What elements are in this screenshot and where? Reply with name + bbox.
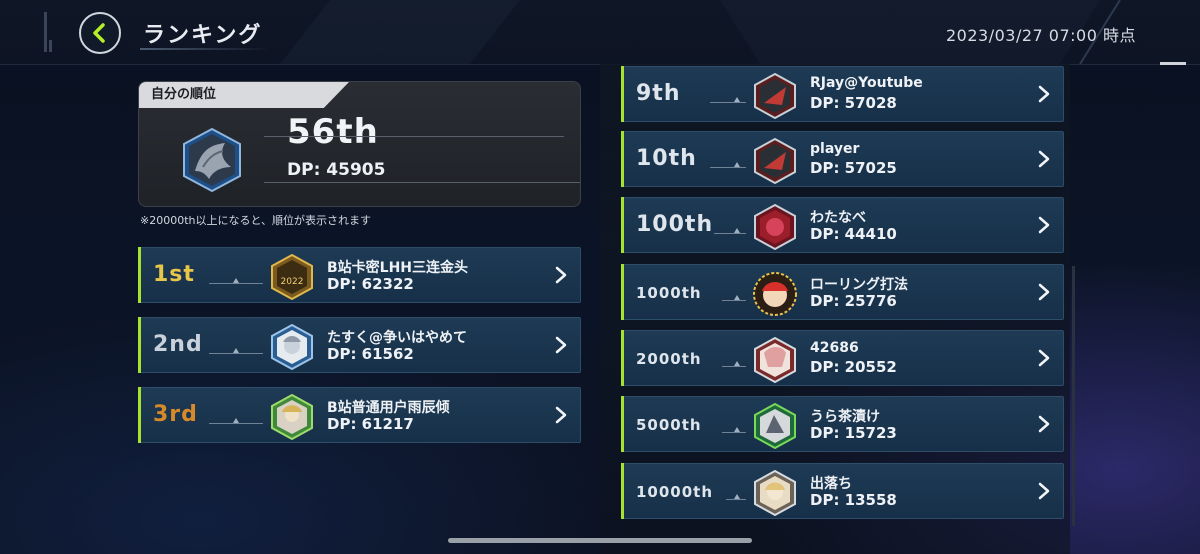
my-rank-tab-label: 自分の順位: [139, 82, 349, 108]
chevron-right-icon: [1038, 415, 1050, 433]
player-name: 42686: [810, 340, 859, 356]
triangle-marker-icon: [233, 418, 239, 423]
player-dp: DP: 61217: [327, 415, 414, 433]
ranking-row-100th[interactable]: 100th わたなべ DP: 44410: [621, 197, 1064, 253]
chevron-right-icon: [1038, 349, 1050, 367]
triangle-marker-icon: [734, 97, 740, 102]
page-title: ランキング: [143, 23, 263, 48]
my-avatar-icon: [183, 127, 241, 193]
divider: [722, 366, 746, 367]
ranking-row-1000th[interactable]: 1000th ローリング打法 DP: 25776: [621, 264, 1064, 320]
player-dp: DP: 57025: [810, 159, 897, 177]
rank-label: 100th: [636, 212, 714, 237]
triangle-marker-icon: [734, 162, 740, 167]
rank-label: 2nd: [153, 332, 203, 357]
triangle-marker-icon: [734, 228, 740, 233]
rank-label: 3rd: [153, 402, 198, 427]
player-dp: DP: 20552: [810, 358, 897, 376]
player-avatar-icon: [271, 324, 313, 370]
rank-label: 10th: [636, 146, 697, 171]
divider: [209, 283, 263, 284]
my-dp-value: DP: 45905: [287, 160, 386, 180]
chevron-right-icon: [1038, 150, 1050, 168]
player-avatar-icon: 2022: [271, 254, 313, 300]
my-rank-card: 自分の順位 56th DP: 45905: [138, 81, 581, 207]
player-name: B站普通用户雨辰倾: [327, 400, 450, 416]
chevron-right-icon: [555, 266, 567, 284]
ranking-row-10000th[interactable]: 10000th 出落ち DP: 13558: [621, 463, 1064, 519]
divider: [264, 182, 580, 183]
divider: [722, 300, 746, 301]
player-avatar-icon: [754, 337, 796, 383]
player-avatar-icon: [271, 394, 313, 440]
triangle-marker-icon: [734, 427, 740, 432]
chevron-right-icon: [555, 406, 567, 424]
player-name: 出落ち: [810, 476, 852, 492]
divider: [722, 432, 746, 433]
divider: [209, 353, 263, 354]
divider: [209, 423, 263, 424]
divider: [714, 233, 746, 234]
rank-label: 5000th: [636, 416, 702, 434]
ranking-row-1st[interactable]: 1st 2022 B站卡密LHH三连金头 DP: 62322: [138, 247, 581, 303]
header-bar: ランキング 2023/03/27 07:00 時点: [0, 0, 1200, 65]
triangle-marker-icon: [233, 278, 239, 283]
ranking-row-3rd[interactable]: 3rd B站普通用户雨辰倾 DP: 61217: [138, 387, 581, 443]
triangle-marker-icon: [734, 494, 740, 499]
home-indicator[interactable]: [448, 538, 752, 543]
divider: [726, 499, 746, 500]
chevron-right-icon: [555, 336, 567, 354]
player-name: B站卡密LHH三连金头: [327, 260, 469, 276]
divider: [264, 136, 564, 137]
chevron-right-icon: [1038, 482, 1050, 500]
player-avatar-icon: [754, 138, 796, 184]
corner-mark: [1160, 62, 1186, 65]
player-dp: DP: 44410: [810, 225, 897, 243]
triangle-marker-icon: [233, 348, 239, 353]
back-button[interactable]: [79, 12, 121, 54]
player-name: player: [810, 141, 860, 157]
svg-text:2022: 2022: [281, 277, 304, 287]
player-dp: DP: 25776: [810, 292, 897, 310]
chevron-left-icon: [93, 23, 105, 43]
player-name: うら茶漬け: [810, 409, 880, 425]
player-avatar-icon: [753, 272, 797, 316]
divider: [710, 102, 746, 103]
player-name: たすく@争いはやめて: [327, 330, 467, 346]
triangle-marker-icon: [734, 295, 740, 300]
player-dp: DP: 61562: [327, 345, 414, 363]
header-edge-mark: [44, 12, 52, 52]
rank-label: 2000th: [636, 350, 702, 368]
player-name: RJay@Youtube: [810, 75, 923, 91]
rank-display-note: ※20000th以上になると、順位が表示されます: [140, 214, 372, 227]
player-dp: DP: 62322: [327, 275, 414, 293]
player-dp: DP: 57028: [810, 94, 897, 112]
player-avatar-icon: [754, 470, 796, 516]
title-underline: [140, 48, 270, 50]
ranking-row-2000th[interactable]: 2000th 42686 DP: 20552: [621, 330, 1064, 386]
chevron-right-icon: [1038, 283, 1050, 301]
triangle-marker-icon: [734, 361, 740, 366]
my-rank-value: 56th: [287, 112, 379, 152]
player-dp: DP: 15723: [810, 424, 897, 442]
ranking-row-9th[interactable]: 9th RJay@Youtube DP: 57028: [621, 66, 1064, 122]
rank-label: 1st: [153, 262, 195, 287]
chevron-right-icon: [1038, 216, 1050, 234]
ranking-row-5000th[interactable]: 5000th うら茶漬け DP: 15723: [621, 396, 1064, 452]
rank-label: 10000th: [636, 483, 714, 501]
ranking-row-2nd[interactable]: 2nd たすく@争いはやめて DP: 61562: [138, 317, 581, 373]
player-avatar-icon: [754, 204, 796, 250]
player-dp: DP: 13558: [810, 491, 897, 509]
timestamp-label: 2023/03/27 07:00 時点: [945, 26, 1136, 45]
ranking-row-10th[interactable]: 10th player DP: 57025: [621, 131, 1064, 187]
list-scrollbar[interactable]: [1072, 266, 1075, 526]
rank-label: 9th: [636, 81, 681, 106]
player-avatar-icon: [754, 403, 796, 449]
rank-label: 1000th: [636, 284, 702, 302]
player-name: ローリング打法: [810, 277, 908, 293]
player-avatar-icon: [754, 73, 796, 119]
chevron-right-icon: [1038, 85, 1050, 103]
player-name: わたなべ: [810, 210, 866, 226]
divider: [710, 167, 746, 168]
